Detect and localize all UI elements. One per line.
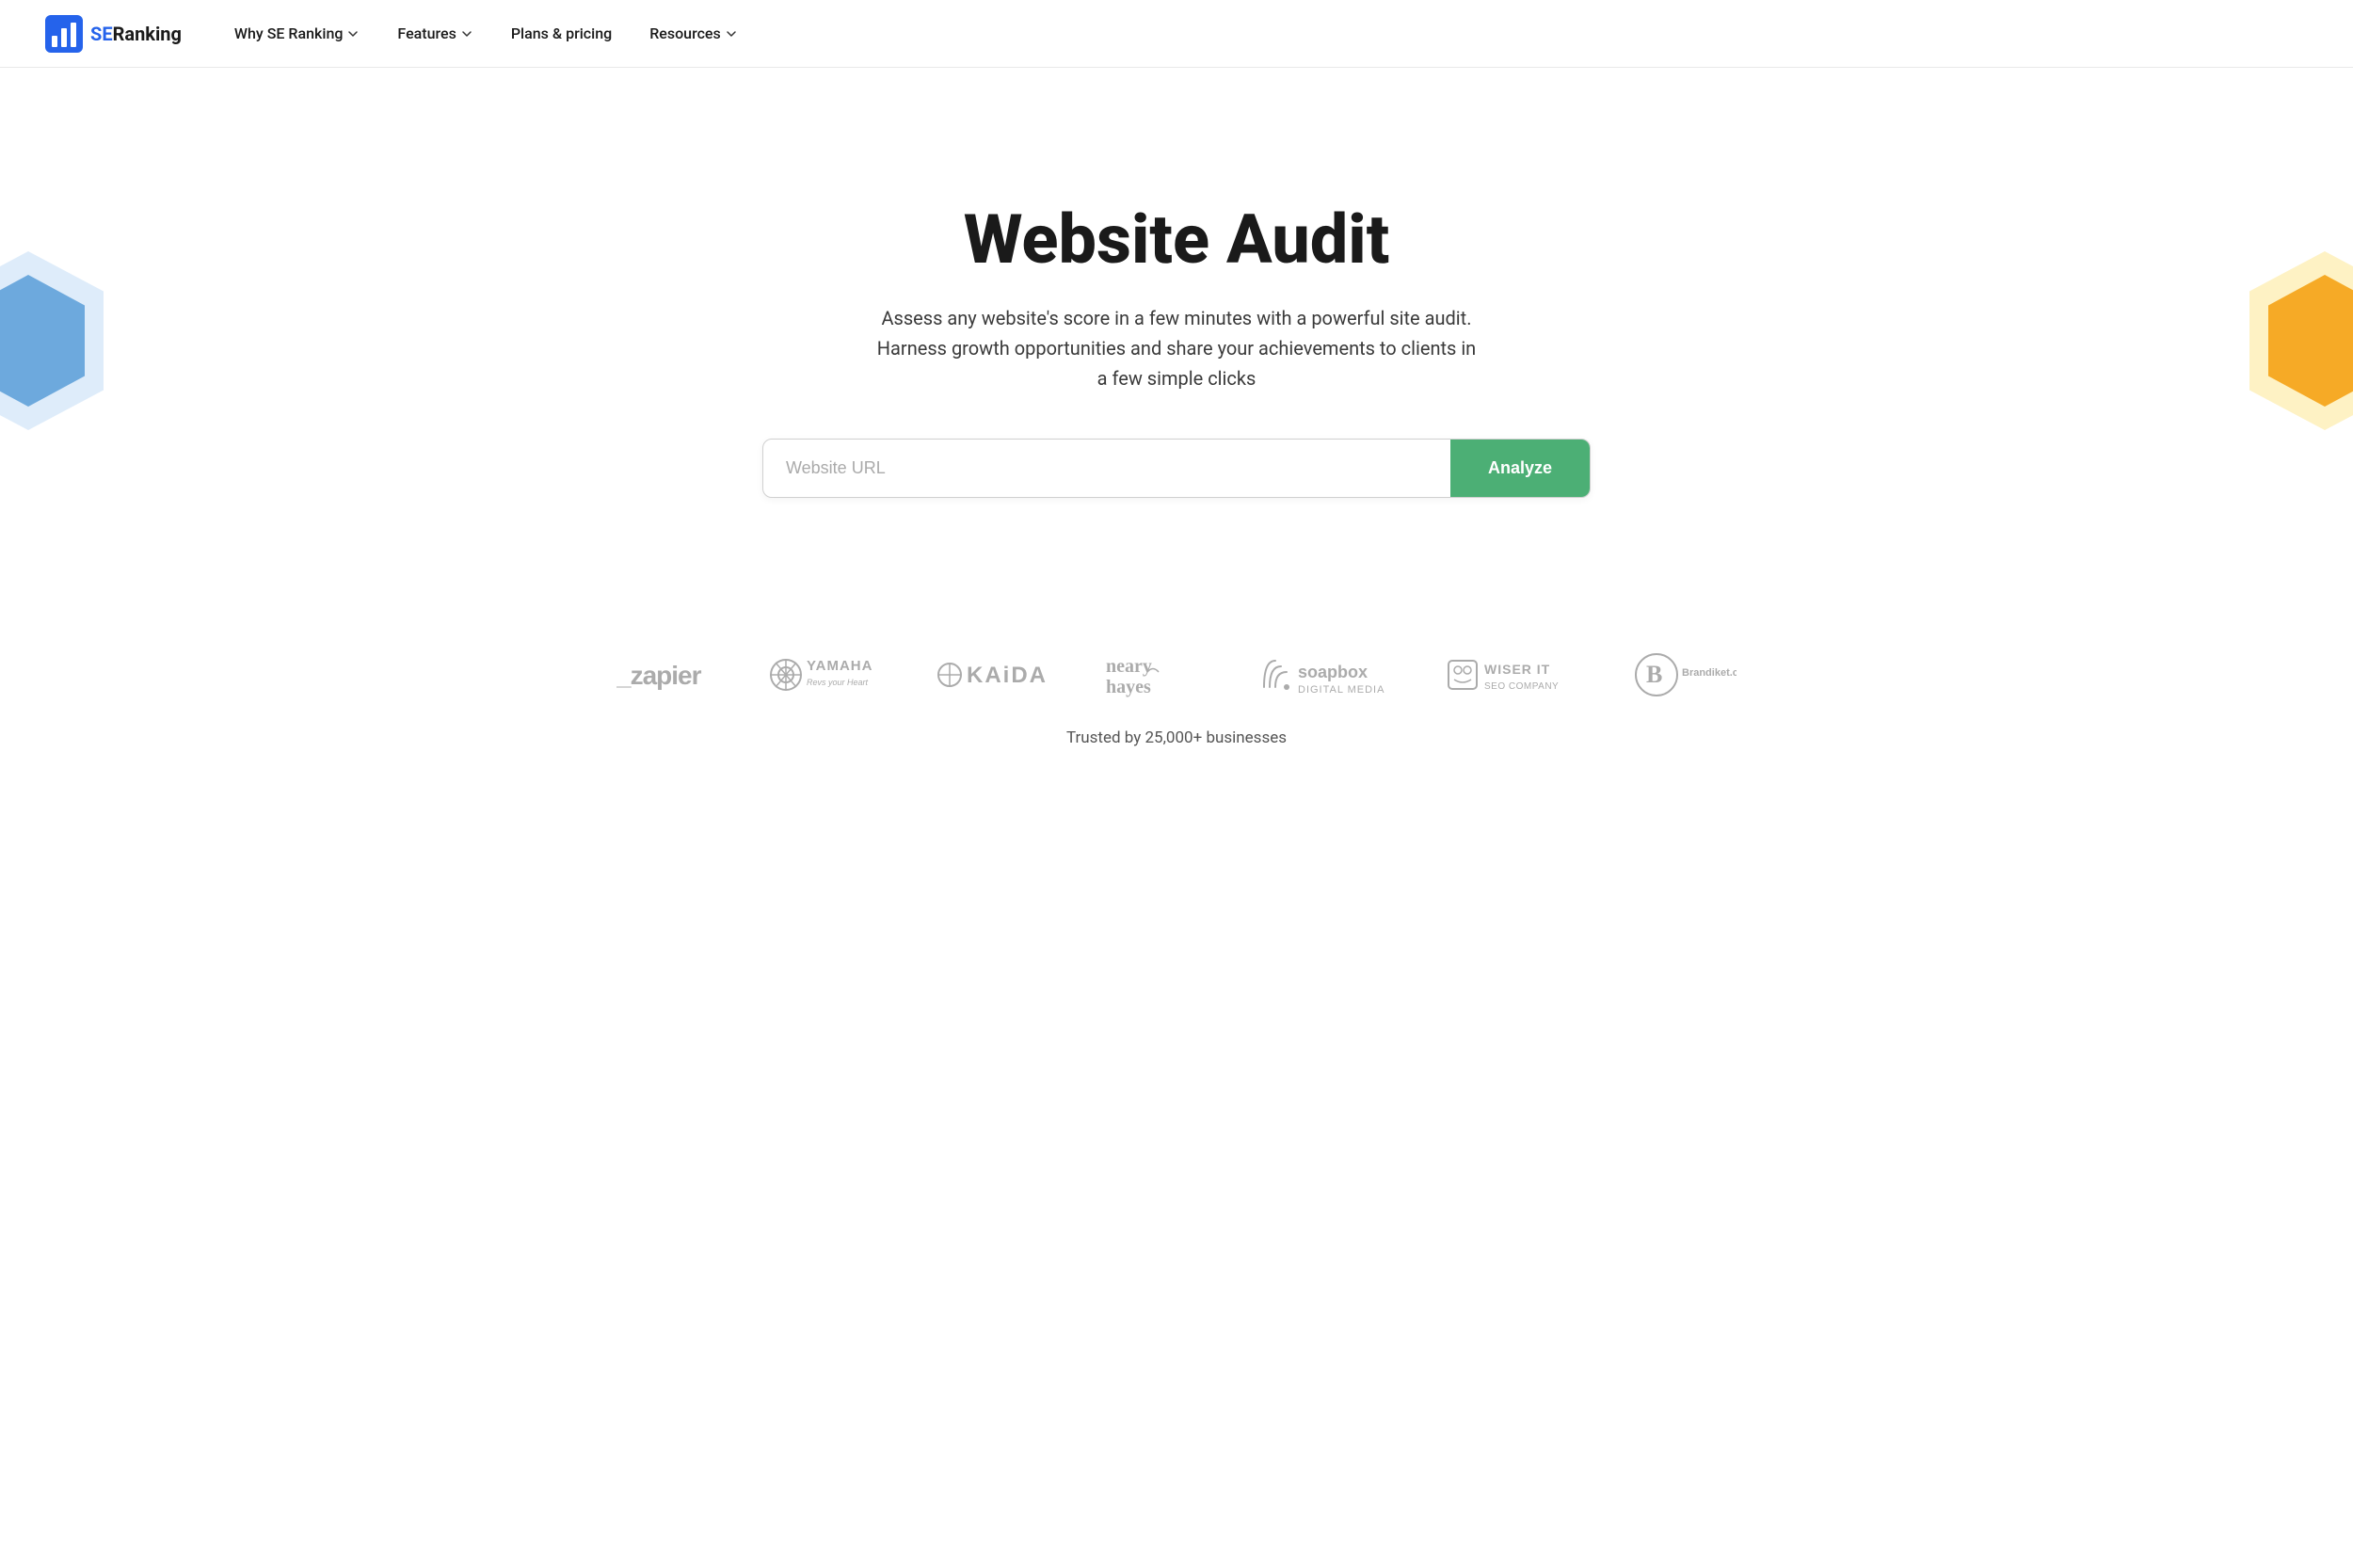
nav-link-why-se-ranking[interactable]: Why SE Ranking <box>219 17 376 50</box>
svg-text:hayes: hayes <box>1106 677 1151 697</box>
svg-text:YAMAHA: YAMAHA <box>807 658 872 674</box>
svg-text:WISER IT: WISER IT <box>1484 662 1550 677</box>
chevron-down-icon <box>346 27 360 40</box>
nav-link-resources[interactable]: Resources <box>634 17 753 50</box>
soapbox-logo: soapbox DIGITAL MEDIA <box>1257 651 1388 698</box>
se-ranking-logo-icon <box>45 15 83 53</box>
trusted-text: Trusted by 25,000+ businesses <box>1066 728 1287 747</box>
svg-text:KAiDA: KAiDA <box>967 663 1048 688</box>
navbar: SERanking Why SE Ranking Features Plans … <box>0 0 2353 68</box>
kaida-logo: KAiDA <box>936 656 1049 694</box>
nav-link-features[interactable]: Features <box>382 17 488 50</box>
logo-text: SERanking <box>90 23 182 45</box>
chevron-down-icon <box>725 27 738 40</box>
search-input[interactable] <box>763 440 1450 497</box>
nav-menu: Why SE Ranking Features Plans & pricing … <box>219 17 753 50</box>
search-box: Analyze <box>762 439 1591 498</box>
svg-text:DIGITAL MEDIA: DIGITAL MEDIA <box>1298 684 1385 696</box>
logos-row: _zapier YAMAHA Revs your Heart <box>616 651 1737 698</box>
logo-link[interactable]: SERanking <box>45 15 182 53</box>
svg-text:_zapier: _zapier <box>616 661 702 690</box>
hero-section: Website Audit Assess any website's score… <box>0 68 2353 614</box>
neary-hayes-logo: neary hayes <box>1106 651 1200 698</box>
chevron-down-icon <box>460 27 473 40</box>
hero-subtitle: Assess any website's score in a few minu… <box>875 303 1478 393</box>
svg-text:SEO COMPANY: SEO COMPANY <box>1484 681 1559 692</box>
yamaha-logo: YAMAHA Revs your Heart <box>767 651 880 698</box>
svg-text:Brandiket.com: Brandiket.com <box>1682 667 1737 679</box>
nav-item-resources[interactable]: Resources <box>634 17 753 50</box>
nav-link-plans-pricing[interactable]: Plans & pricing <box>496 17 627 50</box>
svg-text:B: B <box>1646 661 1662 688</box>
svg-text:soapbox: soapbox <box>1298 663 1368 681</box>
logos-section: _zapier YAMAHA Revs your Heart <box>0 614 2353 766</box>
blue-hex-decoration <box>0 247 113 435</box>
analyze-button[interactable]: Analyze <box>1450 440 1590 497</box>
zapier-logo: _zapier <box>616 658 711 692</box>
brandiket-logo: B Brandiket.com <box>1633 651 1737 698</box>
nav-item-why-se-ranking[interactable]: Why SE Ranking <box>219 17 376 50</box>
nav-item-features[interactable]: Features <box>382 17 488 50</box>
svg-text:neary: neary <box>1106 656 1152 677</box>
nav-item-plans-pricing[interactable]: Plans & pricing <box>496 17 627 50</box>
svg-text:Revs your Heart: Revs your Heart <box>807 678 869 687</box>
yellow-hex-decoration <box>2240 247 2353 435</box>
hero-title: Website Audit <box>964 202 1390 277</box>
wiser-it-logo: WISER IT SEO COMPANY <box>1445 651 1577 698</box>
